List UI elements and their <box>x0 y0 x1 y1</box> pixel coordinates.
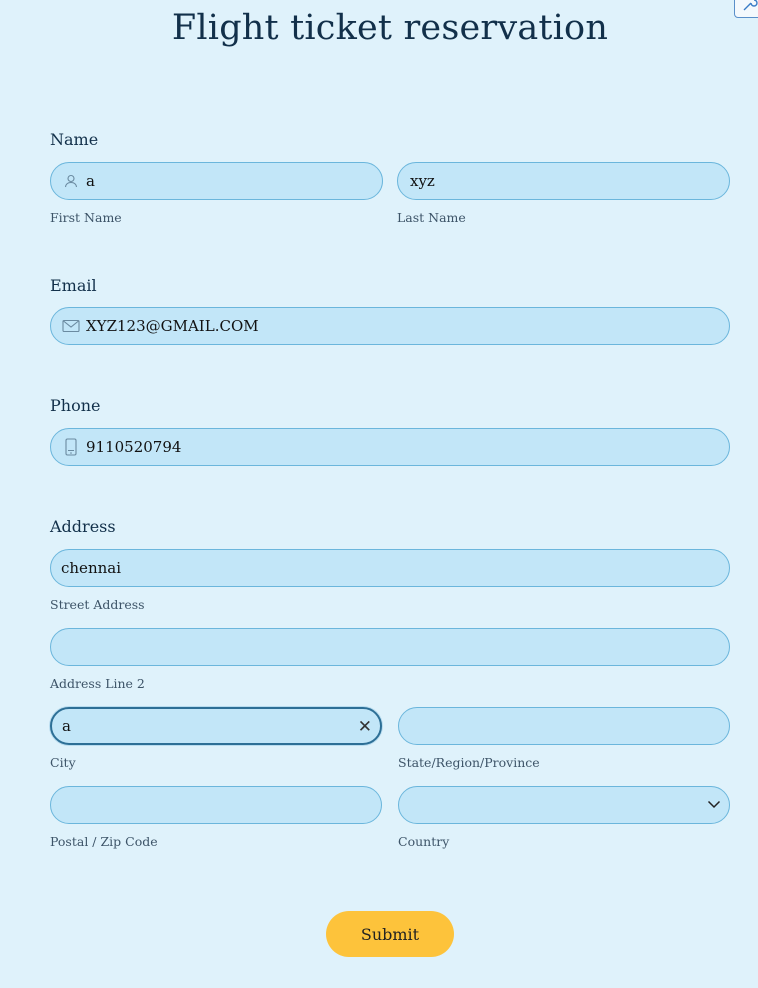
country-sublabel: Country <box>398 834 450 849</box>
envelope-icon <box>61 316 81 336</box>
phone-value: 9110520794 <box>86 438 182 456</box>
person-icon <box>61 171 81 191</box>
street-address-value: chennai <box>61 559 121 577</box>
email-input[interactable]: XYZ123@GMAIL.COM <box>50 307 730 345</box>
address-label: Address <box>50 517 116 536</box>
phone-icon <box>61 437 81 457</box>
address-line2-input[interactable] <box>50 628 730 666</box>
state-input[interactable] <box>398 707 730 745</box>
first-name-sublabel: First Name <box>50 210 122 225</box>
postal-code-input[interactable] <box>50 786 382 824</box>
last-name-value: xyz <box>410 172 435 190</box>
page-title: Flight ticket reservation <box>171 8 609 48</box>
street-address-input[interactable]: chennai <box>50 549 730 587</box>
phone-label: Phone <box>50 396 101 415</box>
address-line2-sublabel: Address Line 2 <box>50 676 145 691</box>
phone-input[interactable]: 9110520794 <box>50 428 730 466</box>
close-icon[interactable]: ✕ <box>358 717 372 737</box>
chevron-down-icon <box>707 800 721 809</box>
country-select[interactable] <box>398 786 730 824</box>
city-sublabel: City <box>50 755 76 770</box>
last-name-sublabel: Last Name <box>397 210 466 225</box>
street-address-sublabel: Street Address <box>50 597 145 612</box>
email-label: Email <box>50 276 97 295</box>
first-name-value: a <box>86 172 95 190</box>
name-label: Name <box>50 130 99 149</box>
postal-code-sublabel: Postal / Zip Code <box>50 834 158 849</box>
state-sublabel: State/Region/Province <box>398 755 540 770</box>
submit-button[interactable]: Submit <box>326 911 454 957</box>
first-name-input[interactable]: a <box>50 162 383 200</box>
email-value: XYZ123@GMAIL.COM <box>86 317 259 335</box>
city-value: a <box>62 717 71 735</box>
last-name-input[interactable]: xyz <box>397 162 730 200</box>
city-input[interactable]: a ✕ <box>50 707 382 745</box>
